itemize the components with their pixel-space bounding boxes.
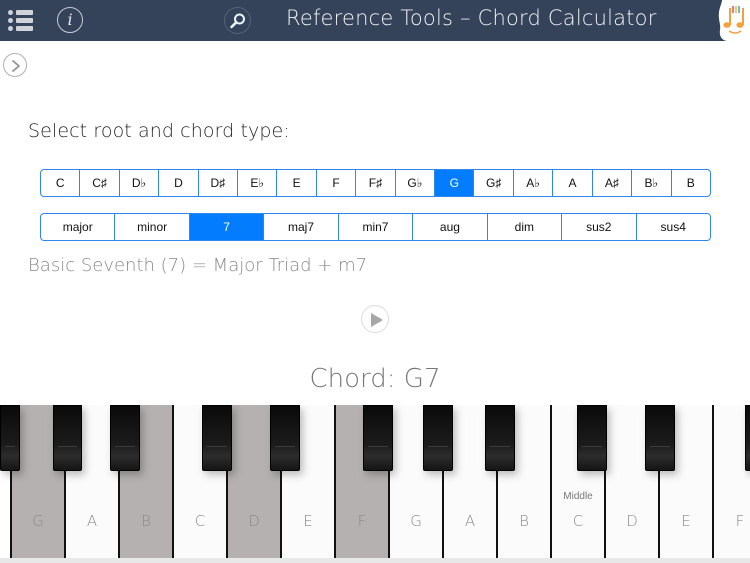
key-label: G (410, 512, 422, 530)
root-note-option[interactable]: D♯ (199, 170, 239, 196)
key-label: G (32, 512, 44, 530)
root-note-option[interactable]: F♯ (356, 170, 396, 196)
key-label: E (303, 512, 313, 530)
menu-icon[interactable] (8, 8, 34, 34)
key-label: D (248, 512, 260, 530)
root-note-option[interactable]: G (435, 170, 475, 196)
key-label: C (572, 512, 584, 530)
chord-type-option[interactable]: 7 (189, 214, 265, 240)
key-label: E (681, 512, 691, 530)
page-title: Reference Tools – Chord Calculator (286, 6, 657, 30)
info-icon[interactable]: i (57, 7, 83, 33)
expand-panel-button[interactable] (3, 53, 27, 77)
chord-type-option[interactable]: maj7 (264, 214, 339, 240)
root-note-selector: C C♯ D♭ D D♯ E♭ E F F♯ G♭ G G♯ A♭ A A♯ B♭ B (40, 169, 711, 197)
black-key[interactable] (363, 405, 393, 471)
black-key[interactable] (53, 405, 82, 471)
key-label: B (519, 512, 529, 530)
key-label: B (141, 512, 151, 530)
key-label: D (626, 512, 638, 530)
root-note-option[interactable]: A (553, 170, 593, 196)
black-key[interactable] (577, 405, 607, 471)
chord-description: Basic Seventh (7) = Major Triad + m7 (28, 255, 368, 276)
chord-type-option[interactable]: aug (413, 214, 488, 240)
chord-type-option[interactable]: major (41, 214, 116, 240)
black-key[interactable] (0, 405, 20, 471)
black-key[interactable] (110, 405, 140, 471)
play-button[interactable] (361, 305, 389, 333)
key-label: F (735, 512, 745, 530)
root-note-option[interactable]: D♭ (120, 170, 160, 196)
root-note-option[interactable]: E♭ (238, 170, 278, 196)
key-label: F (357, 512, 367, 530)
key-label: A (464, 512, 476, 530)
root-note-option[interactable]: D (159, 170, 199, 196)
key-sublabel: Middle (563, 491, 593, 502)
chord-type-option[interactable]: sus4 (637, 214, 710, 240)
chord-type-option[interactable]: sus2 (562, 214, 637, 240)
root-note-option[interactable]: E (277, 170, 317, 196)
chord-calculator-screen: i Reference Tools – Chord Calculator Sel… (0, 0, 750, 563)
chevron-right-icon (12, 60, 20, 72)
root-note-option[interactable]: A♯ (593, 170, 633, 196)
key-label: A (86, 512, 98, 530)
piano-bottom-edge (0, 558, 750, 563)
black-key[interactable] (270, 405, 300, 471)
black-key[interactable] (423, 405, 453, 471)
root-note-option[interactable]: C♯ (80, 170, 120, 196)
play-icon (371, 313, 383, 327)
chord-type-option[interactable]: min7 (339, 214, 414, 240)
root-note-option[interactable]: C (41, 170, 81, 196)
chord-type-option[interactable]: dim (488, 214, 563, 240)
music-notes-logo[interactable] (716, 0, 750, 41)
root-note-option[interactable]: G♭ (396, 170, 436, 196)
black-key[interactable] (485, 405, 515, 471)
root-note-option[interactable]: G♯ (474, 170, 514, 196)
black-key[interactable] (645, 405, 675, 471)
root-note-option[interactable]: B♭ (632, 170, 672, 196)
key-label: C (194, 512, 206, 530)
root-note-option[interactable]: F (317, 170, 357, 196)
chord-type-selector: major minor 7 maj7 min7 aug dim sus2 sus4 (40, 213, 711, 241)
root-note-option[interactable]: A♭ (514, 170, 554, 196)
piano-keyboard: G A B C D E F G A B Middle C D E F (0, 405, 750, 558)
chord-name-label: Chord: G7 (309, 364, 441, 394)
instruction-label: Select root and chord type: (28, 120, 290, 142)
search-icon[interactable] (224, 7, 251, 34)
top-bar: i Reference Tools – Chord Calculator (0, 0, 750, 41)
chord-type-option[interactable]: minor (115, 214, 190, 240)
black-key[interactable] (202, 405, 232, 471)
black-key[interactable] (745, 405, 750, 471)
root-note-option[interactable]: B (672, 170, 710, 196)
